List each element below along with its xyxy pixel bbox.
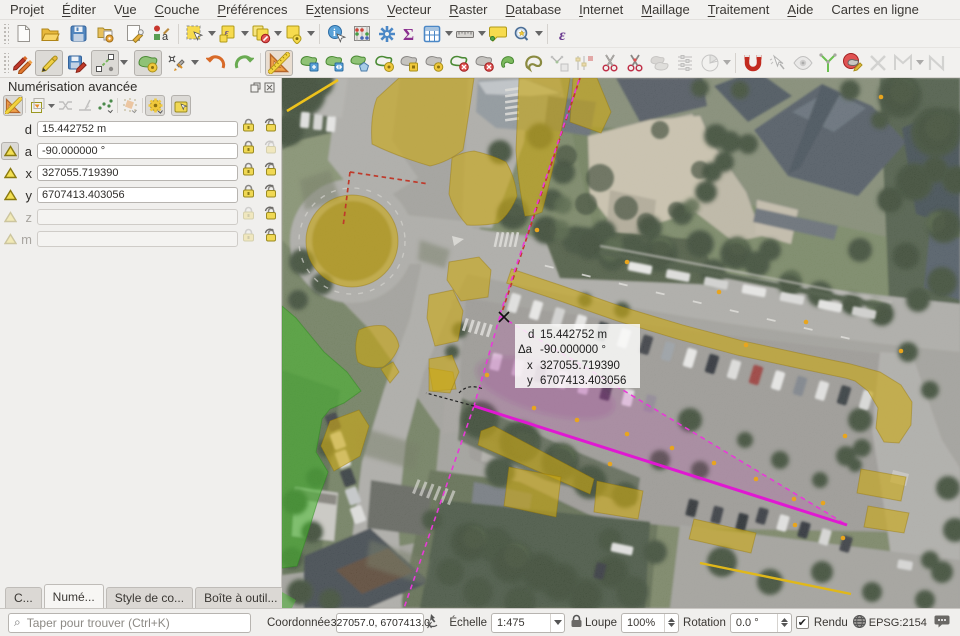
svg-text:d: d (528, 329, 534, 341)
svg-text:6707413.403056: 6707413.403056 (540, 375, 626, 387)
svg-text:x: x (527, 360, 533, 372)
svg-text:ε: ε (559, 27, 566, 44)
svg-text:15.442752 m: 15.442752 m (540, 329, 607, 341)
svg-text:327055.719390: 327055.719390 (540, 360, 620, 372)
svg-text:Σ: Σ (403, 25, 414, 44)
svg-text:y: y (527, 375, 533, 387)
svg-text:i: i (333, 28, 336, 39)
svg-text:-90.000000 °: -90.000000 ° (540, 344, 606, 356)
svg-text:Δa: Δa (518, 344, 533, 356)
